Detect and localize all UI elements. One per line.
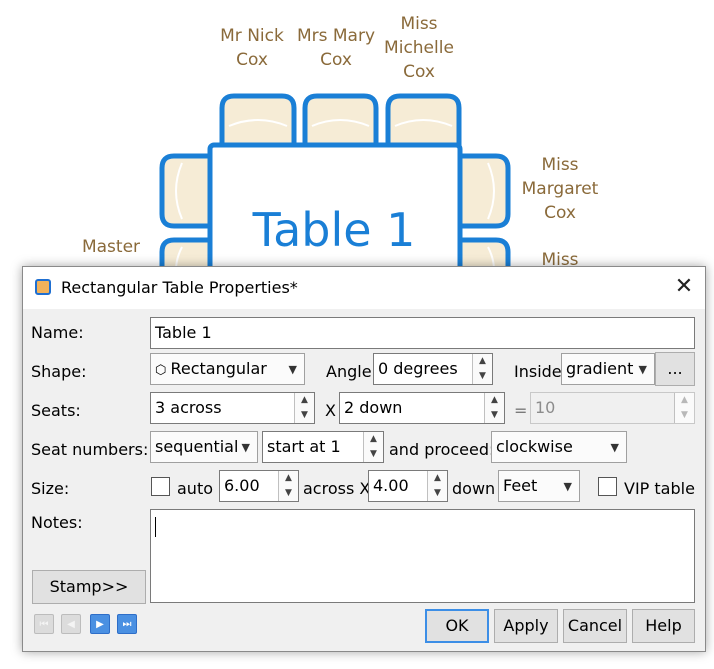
direction-dropdown-value: clockwise [496,437,573,456]
notes-label: Notes: [31,513,83,532]
chair-right-1 [455,153,511,229]
stamp-button[interactable]: Stamp>> [32,570,146,604]
guest-label-top-1: Mr Nick Cox [220,26,284,70]
spin-down-icon[interactable]: ▼ [295,408,314,423]
spin-up-icon[interactable]: ▲ [473,354,492,369]
spin-up-icon[interactable]: ▲ [279,471,298,486]
spin-down-icon: ▼ [681,410,688,420]
seats-across-stepper[interactable]: 3 across ▲ ▼ [150,392,315,424]
next-record-icon[interactable]: ▶ [90,614,110,634]
start-at-spinner[interactable]: ▲ ▼ [363,432,383,462]
spin-down-icon[interactable]: ▼ [279,486,298,501]
inside-dropdown-value: gradient [566,359,634,378]
seats-total-spinner: ▲ ▼ [674,393,694,423]
spin-down-icon[interactable]: ▼ [428,486,447,501]
rectangular-table-icon [35,279,51,295]
height-spinner[interactable]: ▲ ▼ [427,471,447,501]
chevron-down-icon: ▼ [563,480,572,493]
guest-label-left-1: Master [81,237,141,257]
notes-textarea[interactable] [150,509,695,603]
angle-label: Angle: [326,362,377,381]
text-cursor [155,517,156,537]
start-at-value: start at 1 [267,437,341,456]
seats-total-value: 10 [535,398,556,417]
spin-up-icon[interactable]: ▲ [485,393,504,408]
height-value: 4.00 [373,476,409,495]
unit-dropdown[interactable]: Feet ▼ [498,470,580,502]
octagon-icon: ⬡ [155,363,171,378]
down-label: down [452,479,496,498]
unit-dropdown-value: Feet [503,476,538,495]
width-spinner[interactable]: ▲ ▼ [278,471,298,501]
chevron-down-icon: ▼ [638,363,647,376]
height-stepper[interactable]: 4.00 ▲ ▼ [368,470,448,502]
seats-across-value: 3 across [155,398,222,417]
close-icon[interactable]: ✕ [669,272,699,302]
seats-equals-label: = [514,401,528,420]
rectangular-table-properties-dialog: Rectangular Table Properties* ✕ Name: Ta… [22,266,706,652]
inside-label: Inside: [514,362,568,381]
inside-options-button[interactable]: ... [655,352,695,386]
dialog-title: Rectangular Table Properties* [61,278,298,297]
seats-across-spinner[interactable]: ▲ ▼ [294,393,314,423]
width-value: 6.00 [224,476,260,495]
seats-down-spinner[interactable]: ▲ ▼ [484,393,504,423]
size-label: Size: [31,479,70,498]
guest-label-top-2: Mrs Mary Cox [296,26,376,70]
shape-dropdown-value: ⬡ Rectangular [155,359,267,378]
previous-record-icon: ◀ [61,614,81,634]
spin-up-icon[interactable]: ▲ [295,393,314,408]
proceed-label: and proceed: [389,440,495,459]
numbering-dropdown[interactable]: sequential ▼ [150,431,258,463]
seats-down-stepper[interactable]: 2 down ▲ ▼ [339,392,505,424]
spin-up-icon: ▲ [681,395,688,405]
spin-up-icon[interactable]: ▲ [364,432,383,447]
seats-label: Seats: [31,401,81,420]
chevron-down-icon: ▼ [288,363,297,376]
ok-button[interactable]: OK [425,609,489,643]
seat-numbers-label: Seat numbers: [31,440,149,459]
seats-times-label: X [325,401,336,420]
spin-down-icon[interactable]: ▼ [364,447,383,462]
guest-label-right-1: Miss Margaret Cox [521,155,599,223]
chevron-down-icon: ▼ [610,441,619,454]
help-button[interactable]: Help [632,609,695,643]
apply-button[interactable]: Apply [494,609,558,643]
auto-label: auto [177,479,214,498]
dialog-titlebar[interactable]: Rectangular Table Properties* ✕ [23,267,705,309]
vip-table-label: VIP table [624,479,695,498]
cancel-button[interactable]: Cancel [563,609,627,643]
first-record-icon: ⏮ [34,614,54,634]
guest-label-top-3: Miss Michelle Cox [384,14,454,82]
spin-down-icon[interactable]: ▼ [473,369,492,384]
table-label: Table 1 [252,203,416,257]
direction-dropdown[interactable]: clockwise ▼ [491,431,627,463]
vip-table-checkbox[interactable] [598,477,617,496]
chair-left-1 [159,153,215,229]
spin-up-icon[interactable]: ▲ [428,471,447,486]
angle-spinner[interactable]: ▲ ▼ [472,354,492,384]
name-field-value: Table 1 [155,323,212,342]
across-x-label: across X [303,479,371,498]
shape-dropdown[interactable]: ⬡ Rectangular ▼ [150,353,305,385]
auto-checkbox[interactable] [151,477,170,496]
inside-dropdown[interactable]: gradient ▼ [561,353,655,385]
shape-label: Shape: [31,362,87,381]
width-stepper[interactable]: 6.00 ▲ ▼ [219,470,299,502]
chevron-down-icon: ▼ [241,441,250,454]
seats-total-field: 10 ▲ ▼ [530,392,695,424]
last-record-icon[interactable]: ⏭ [117,614,137,634]
angle-value: 0 degrees [378,359,458,378]
seats-down-value: 2 down [344,398,403,417]
numbering-dropdown-value: sequential [155,437,239,456]
start-at-stepper[interactable]: start at 1 ▲ ▼ [262,431,384,463]
angle-stepper[interactable]: 0 degrees ▲ ▼ [373,353,493,385]
name-field[interactable]: Table 1 [150,317,695,349]
name-label: Name: [31,323,84,342]
spin-down-icon[interactable]: ▼ [485,408,504,423]
